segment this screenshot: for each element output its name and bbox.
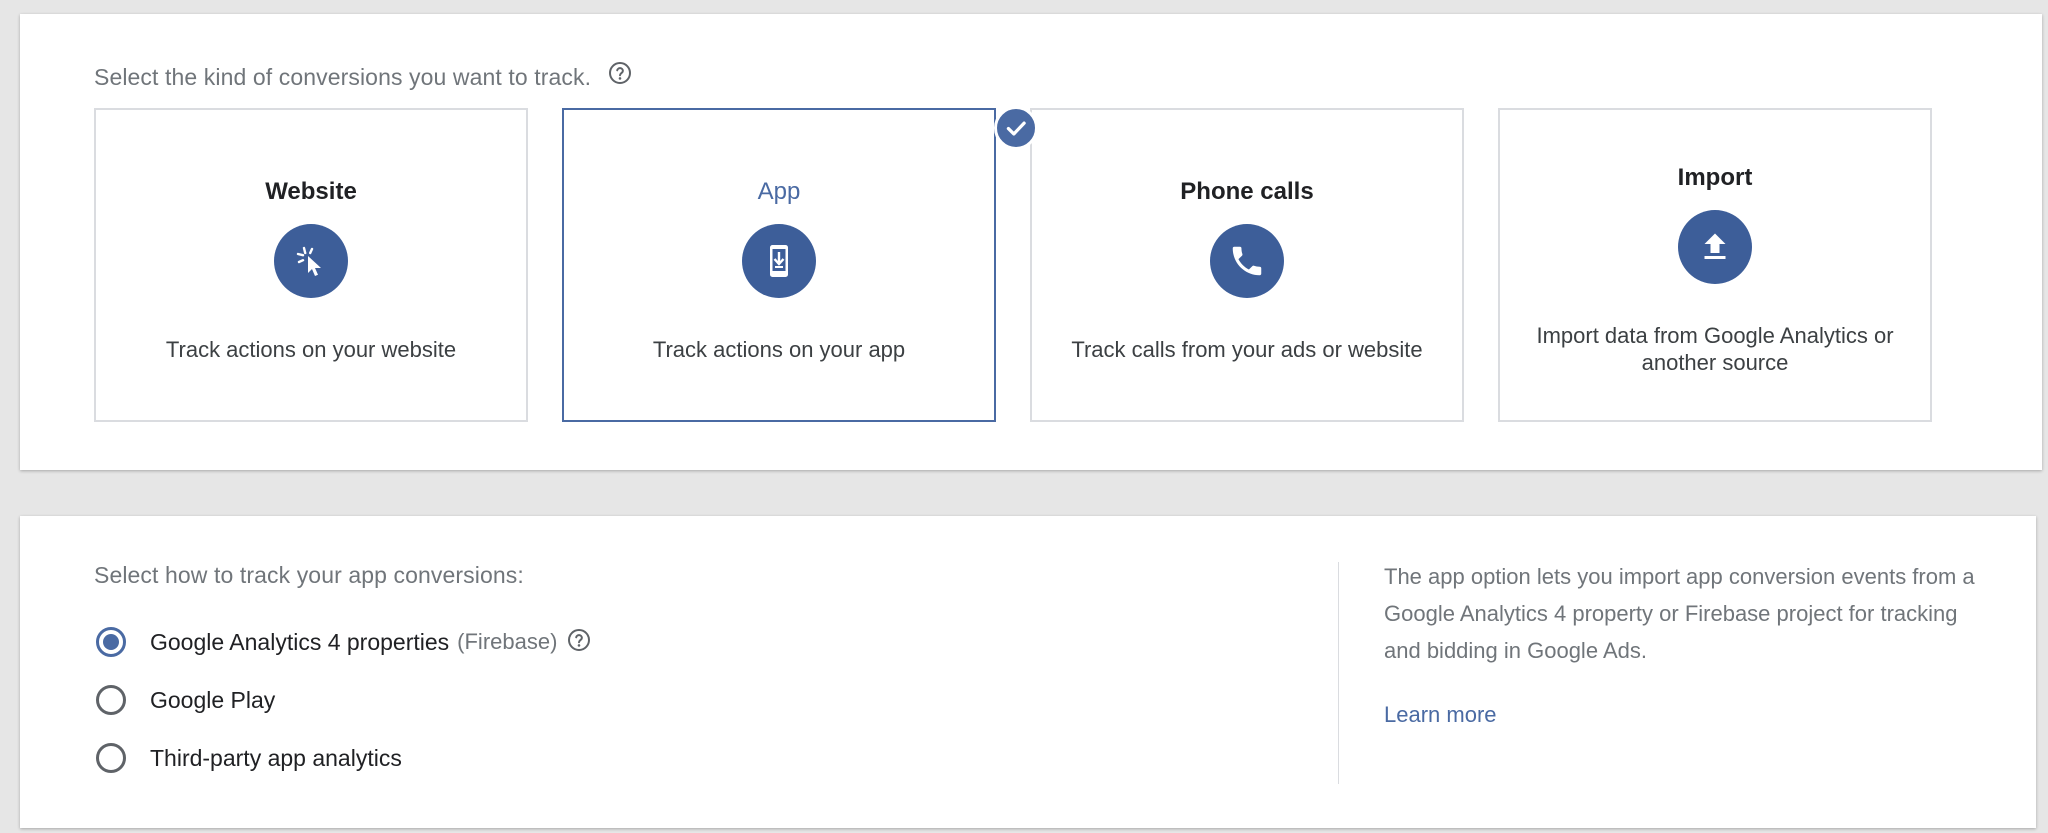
card-title: Import [1677,164,1753,191]
app-option-info-text: The app option lets you import app conve… [1384,564,1975,663]
website-card[interactable]: Website Track actions on your website [94,108,528,422]
conversion-kind-prompt-text: Select the kind of conversions you want … [94,64,592,90]
card-description: Track actions on your website [165,337,457,362]
radio-sublabel: (Firebase) [457,629,558,654]
card-description: Track actions on your app [652,337,906,362]
radio-dot [103,634,119,650]
help-icon[interactable] [608,61,632,91]
learn-more-link[interactable]: Learn more [1384,702,1497,728]
radio-button[interactable] [96,743,126,773]
selected-check-icon [994,106,1038,150]
mobile-download-icon [742,224,816,298]
app-tracking-panel: Select how to track your app conversions… [20,516,2036,828]
app-card[interactable]: App Track actions on your app [562,108,996,422]
radio-button[interactable] [96,685,126,715]
card-title: App [757,178,801,205]
import-card[interactable]: Import Import data from Google Analytics… [1498,108,1932,422]
phone-icon [1210,224,1284,298]
card-title: Phone calls [1180,178,1314,205]
radio-option-google-play[interactable]: Google Play [96,682,275,718]
card-description: Import data from Google Analytics or ano… [1536,323,1894,375]
card-title: Website [265,178,357,205]
card-description: Track calls from your ads or website [1071,337,1423,362]
radio-button-checked[interactable] [96,627,126,657]
vertical-divider [1338,562,1339,784]
conversion-kind-panel: Select the kind of conversions you want … [20,14,2042,470]
radio-label: Third-party app analytics [150,744,402,771]
radio-label: Google Play [150,686,276,713]
cursor-click-icon [274,224,348,298]
radio-option-ga4[interactable]: Google Analytics 4 properties (Firebase) [96,624,591,660]
conversion-kind-prompt: Select the kind of conversions you want … [94,61,632,91]
help-icon[interactable] [567,628,591,657]
phone-calls-card[interactable]: Phone calls Track calls from your ads or… [1030,108,1464,422]
app-tracking-prompt: Select how to track your app conversions… [94,562,524,588]
radio-option-third-party[interactable]: Third-party app analytics [96,740,402,776]
radio-label: Google Analytics 4 properties [150,628,450,655]
upload-icon [1678,210,1752,284]
